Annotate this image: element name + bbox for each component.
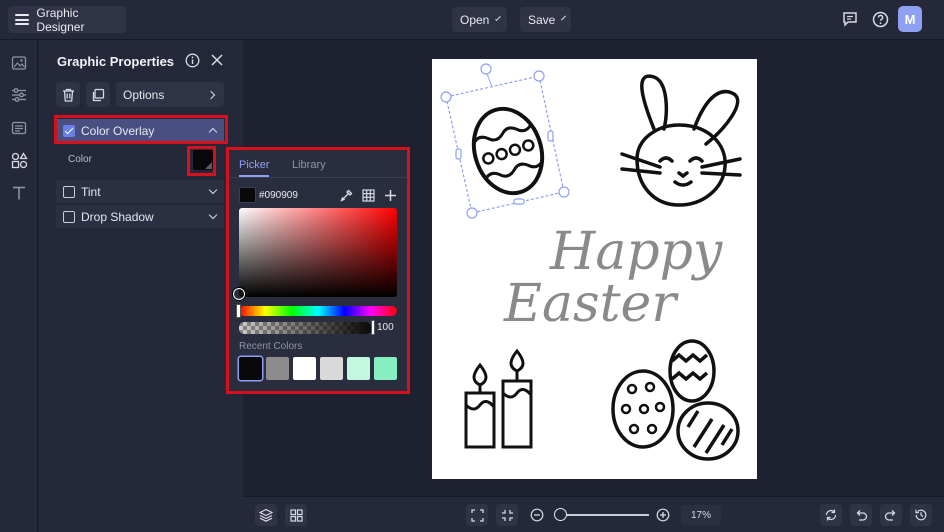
refresh-icon	[825, 509, 837, 521]
top-bar: Graphic Designer Open Save M	[0, 0, 944, 40]
saturation-value-area[interactable]	[239, 208, 397, 297]
tint-row[interactable]: Tint	[56, 180, 224, 203]
sliders-icon[interactable]	[9, 85, 29, 105]
layers-icon	[259, 508, 273, 522]
current-color-swatch	[239, 187, 256, 203]
redo-icon	[884, 510, 896, 521]
history-icon	[915, 509, 927, 521]
recent-color-swatch[interactable]	[293, 357, 316, 380]
duplicate-button[interactable]	[86, 82, 110, 107]
design-canvas[interactable]: Happy Easter	[432, 59, 757, 479]
tab-picker[interactable]: Picker	[239, 159, 270, 171]
zoom-in-icon[interactable]	[656, 508, 670, 525]
chevron-down-icon	[208, 210, 218, 220]
grid-palette-icon[interactable]	[360, 187, 376, 203]
color-label: Color	[68, 154, 92, 165]
drop-shadow-checkbox[interactable]	[63, 210, 75, 223]
color-overlay-row[interactable]: Color Overlay	[56, 119, 224, 142]
selection-box[interactable]	[440, 63, 570, 219]
recent-color-swatch[interactable]	[347, 357, 370, 380]
chevron-down-icon	[561, 15, 567, 21]
history-button[interactable]	[910, 504, 932, 526]
hue-slider[interactable]	[239, 306, 397, 316]
left-toolbar	[0, 40, 38, 532]
tab-library[interactable]: Library	[292, 159, 326, 171]
options-button[interactable]: Options	[116, 82, 224, 107]
comments-button[interactable]	[838, 7, 862, 31]
expand-icon	[470, 508, 484, 522]
chevron-down-icon	[495, 15, 501, 21]
app-title: Graphic Designer	[36, 5, 85, 34]
shapes-icon[interactable]	[9, 150, 29, 170]
hamburger-icon	[15, 14, 29, 25]
drop-shadow-label: Drop Shadow	[81, 209, 154, 224]
tint-label: Tint	[81, 184, 101, 199]
text-icon[interactable]	[9, 183, 29, 203]
tabs-divider	[229, 177, 407, 178]
trash-icon	[62, 88, 74, 102]
duplicate-icon	[92, 88, 105, 101]
color-overlay-checkbox[interactable]	[63, 124, 75, 137]
recent-color-swatch[interactable]	[266, 357, 289, 380]
help-button[interactable]	[868, 7, 892, 31]
open-label: Open	[460, 12, 490, 27]
help-icon	[872, 11, 888, 27]
tint-checkbox[interactable]	[63, 185, 75, 198]
close-icon[interactable]	[211, 54, 223, 69]
hex-input[interactable]: #090909	[259, 187, 329, 203]
add-color-icon[interactable]	[382, 187, 398, 203]
opacity-slider[interactable]	[239, 322, 371, 334]
image-icon[interactable]	[9, 53, 29, 73]
zoom-slider-track[interactable]	[555, 514, 649, 516]
color-picker-popover: Picker Library #090909 100 Recent Colors	[229, 150, 407, 391]
comment-icon	[843, 12, 857, 27]
egg-graphic[interactable]	[463, 100, 552, 202]
zoom-level[interactable]: 17%	[681, 505, 721, 525]
info-icon[interactable]	[185, 53, 200, 71]
color-swatch-button[interactable]	[193, 150, 213, 170]
options-label: Options	[123, 87, 165, 102]
graphic-properties-panel: Graphic Properties Options Color Overlay…	[39, 40, 243, 532]
save-menu-button[interactable]: Save	[520, 7, 571, 32]
drop-shadow-row[interactable]: Drop Shadow	[56, 205, 224, 228]
shrink-button[interactable]	[496, 504, 518, 526]
grid-view-button[interactable]	[285, 504, 307, 526]
app-menu-button[interactable]: Graphic Designer	[8, 5, 126, 34]
candles-graphic[interactable]	[464, 348, 533, 449]
easter-artwork: Happy Easter	[440, 63, 742, 461]
bunny-graphic[interactable]	[620, 74, 742, 207]
delete-button[interactable]	[56, 82, 80, 107]
opacity-value[interactable]: 100	[377, 322, 394, 333]
layout-icon[interactable]	[9, 118, 29, 138]
layers-button[interactable]	[255, 504, 277, 526]
undo-button[interactable]	[850, 504, 872, 526]
panel-title: Graphic Properties	[57, 54, 175, 69]
color-overlay-label: Color Overlay	[81, 123, 155, 138]
sync-button[interactable]	[820, 504, 842, 526]
hue-handle[interactable]	[236, 304, 241, 318]
fit-screen-button[interactable]	[466, 504, 488, 526]
open-menu-button[interactable]: Open	[452, 7, 507, 32]
recent-color-swatch[interactable]	[374, 357, 397, 380]
recent-colors-label: Recent Colors	[239, 341, 303, 352]
zoom-slider-handle[interactable]	[553, 508, 567, 521]
zoom-out-icon[interactable]	[530, 508, 544, 525]
saturation-value-handle[interactable]	[233, 288, 245, 300]
undo-icon	[856, 510, 868, 521]
eggs-group-graphic[interactable]	[611, 339, 740, 461]
compress-icon	[501, 509, 513, 521]
redo-button[interactable]	[880, 504, 902, 526]
easter-text[interactable]: Easter	[503, 274, 679, 334]
save-label: Save	[528, 12, 556, 27]
user-avatar[interactable]: M	[898, 6, 922, 32]
opacity-handle[interactable]	[371, 320, 375, 335]
eyedropper-icon[interactable]	[338, 187, 354, 203]
grid-icon	[289, 508, 303, 522]
chevron-up-icon	[208, 127, 218, 137]
happy-text[interactable]: Happy	[549, 222, 723, 282]
chevron-right-icon	[206, 90, 216, 99]
recent-color-swatch[interactable]	[320, 357, 343, 380]
recent-color-swatch[interactable]	[239, 357, 262, 380]
chevron-down-icon	[208, 185, 218, 195]
